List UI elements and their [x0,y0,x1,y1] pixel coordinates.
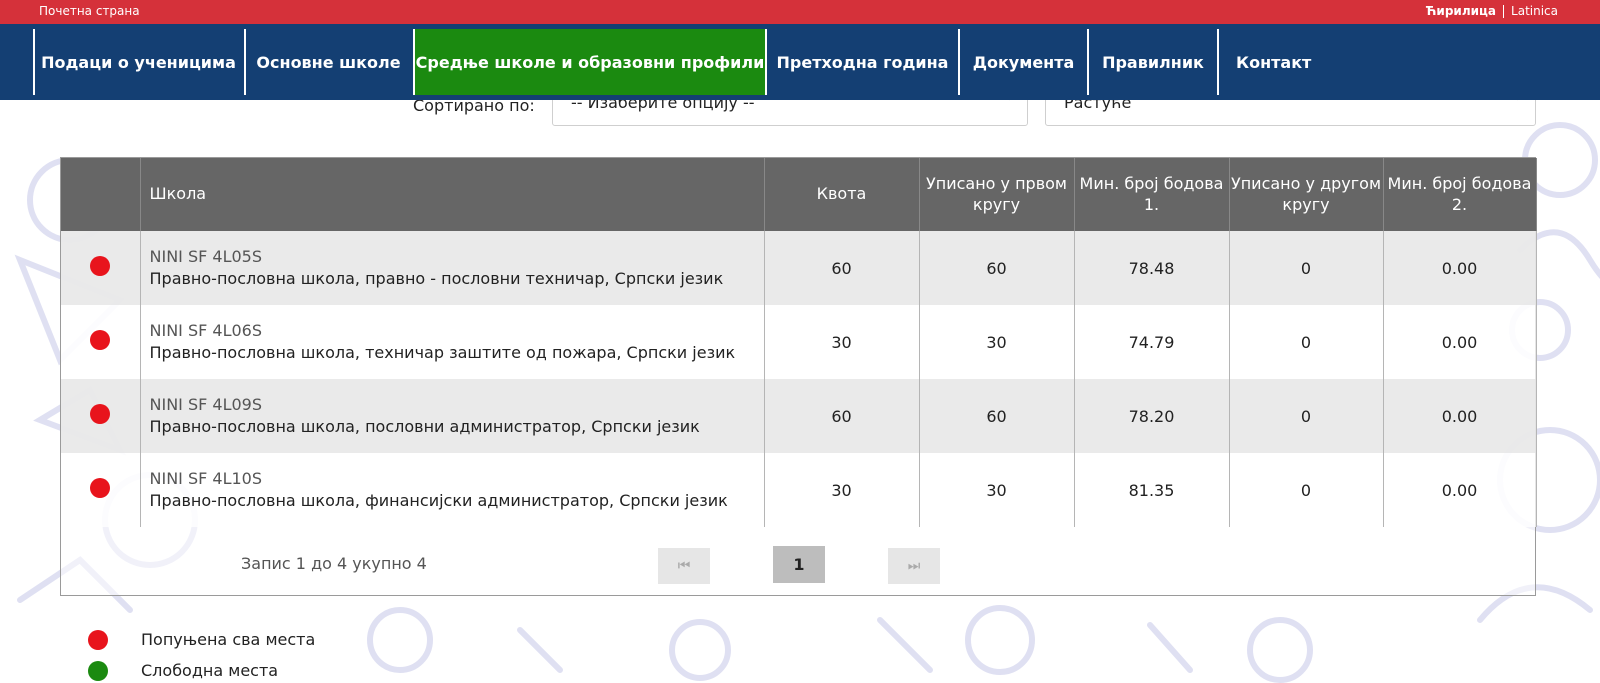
min-points1-cell: 78.20 [1074,379,1230,453]
status-full-dot-icon [90,404,111,424]
nav-item-primary-schools[interactable]: Основне школе [244,29,411,95]
school-code: NINI SF 4L05S [149,247,263,267]
school-cell: NINI SF 4L09S Правно-пословна школа, пос… [140,379,765,453]
header-quota[interactable]: Квота [764,158,920,231]
enrolled-round2-cell: 0 [1229,453,1384,527]
header-status [61,158,141,231]
table-row[interactable]: NINI SF 4L06S Правно-пословна школа, тех… [61,305,1537,379]
pagination: Запис 1 до 4 укупно 4 ⏮ 1 ⏭ [61,530,1536,590]
enrolled-round2-cell: 0 [1229,379,1384,453]
school-cell: NINI SF 4L06S Правно-пословна школа, тех… [140,305,765,379]
enrolled-round2-cell: 0 [1229,231,1384,305]
min-points2-cell: 0.00 [1383,379,1537,453]
school-code: NINI SF 4L06S [149,321,263,341]
legend-item-full: Попуњена сва места [88,624,315,655]
nav-item-secondary-schools[interactable]: Средње школе и образовни профили [413,29,765,95]
legend-item-free: Слободна места [88,655,315,683]
min-points1-cell: 74.79 [1074,305,1230,379]
home-link[interactable]: Почетна страна [39,4,140,18]
school-code: NINI SF 4L10S [149,469,263,489]
nav-item-rulebook[interactable]: Правилник [1087,29,1217,95]
status-full-dot-icon [90,256,111,276]
school-cell: NINI SF 4L05S Правно-пословна школа, пра… [140,231,765,305]
header-min-points2[interactable]: Мин. број бодова 2. [1383,158,1537,231]
min-points1-cell: 78.48 [1074,231,1230,305]
nav-item-students[interactable]: Подаци о ученицима [33,29,242,95]
status-full-dot-icon [90,330,111,350]
lang-latin-link[interactable]: Latinica [1511,4,1558,18]
status-cell [61,379,141,453]
results-table: Школа Квота Уписано у првом кругу Мин. б… [61,158,1537,527]
min-points2-cell: 0.00 [1383,305,1537,379]
status-free-dot-icon [88,660,108,681]
legend-full-label: Попуњена сва места [141,630,316,649]
header-school[interactable]: Школа [140,158,765,231]
lang-cyrillic-link[interactable]: Ћирилица [1426,4,1496,18]
status-full-dot-icon [88,629,108,650]
quota-cell: 30 [764,305,920,379]
legend-free-label: Слободна места [141,661,279,680]
last-page-button[interactable]: ⏭ [888,548,940,584]
min-points2-cell: 0.00 [1383,231,1537,305]
header-enrolled-round1[interactable]: Уписано у првом кругу [919,158,1075,231]
school-name: Правно-пословна школа, финансијски админ… [149,491,728,510]
quota-cell: 60 [764,379,920,453]
first-page-button[interactable]: ⏮ [658,548,710,584]
skip-last-icon: ⏭ [907,558,921,574]
table-row[interactable]: NINI SF 4L09S Правно-пословна школа, пос… [61,379,1537,453]
top-bar: Почетна страна Ћирилица Latinica [0,0,1600,24]
min-points2-cell: 0.00 [1383,453,1537,527]
nav-item-previous-year[interactable]: Претходна година [765,29,958,95]
enrolled-round1-cell: 30 [919,453,1075,527]
enrolled-round2-cell: 0 [1229,305,1384,379]
enrolled-round1-cell: 60 [919,379,1075,453]
skip-first-icon: ⏮ [677,558,691,574]
school-name: Правно-пословна школа, правно - пословни… [149,269,724,288]
pagination-info: Запис 1 до 4 укупно 4 [241,554,427,573]
status-cell [61,305,141,379]
quota-cell: 60 [764,231,920,305]
status-cell [61,453,141,527]
main-navigation: Подаци о ученицима Основне школе Средње … [0,24,1600,100]
results-table-panel: Школа Квота Уписано у првом кругу Мин. б… [60,157,1537,596]
school-code: NINI SF 4L09S [149,395,263,415]
enrolled-round1-cell: 30 [919,305,1075,379]
header-enrolled-round2[interactable]: Уписано у другом кругу [1229,158,1384,231]
nav-item-contact[interactable]: Контакт [1217,29,1317,95]
school-name: Правно-пословна школа, техничар заштите … [149,343,736,362]
status-full-dot-icon [90,478,111,498]
quota-cell: 30 [764,453,920,527]
status-legend: Попуњена сва места Слободна места [88,624,315,683]
status-cell [61,231,141,305]
lang-separator [1503,4,1505,18]
nav-item-documents[interactable]: Документа [958,29,1087,95]
header-min-points1[interactable]: Мин. број бодова 1. [1074,158,1230,231]
school-name: Правно-пословна школа, пословни админист… [149,417,700,436]
school-cell: NINI SF 4L10S Правно-пословна школа, фин… [140,453,765,527]
table-row[interactable]: NINI SF 4L05S Правно-пословна школа, пра… [61,231,1537,305]
table-row[interactable]: NINI SF 4L10S Правно-пословна школа, фин… [61,453,1537,527]
min-points1-cell: 81.35 [1074,453,1230,527]
language-switcher: Ћирилица Latinica [1426,4,1558,18]
table-header-row: Школа Квота Уписано у првом кругу Мин. б… [61,158,1537,231]
enrolled-round1-cell: 60 [919,231,1075,305]
page-1-button[interactable]: 1 [773,546,825,583]
